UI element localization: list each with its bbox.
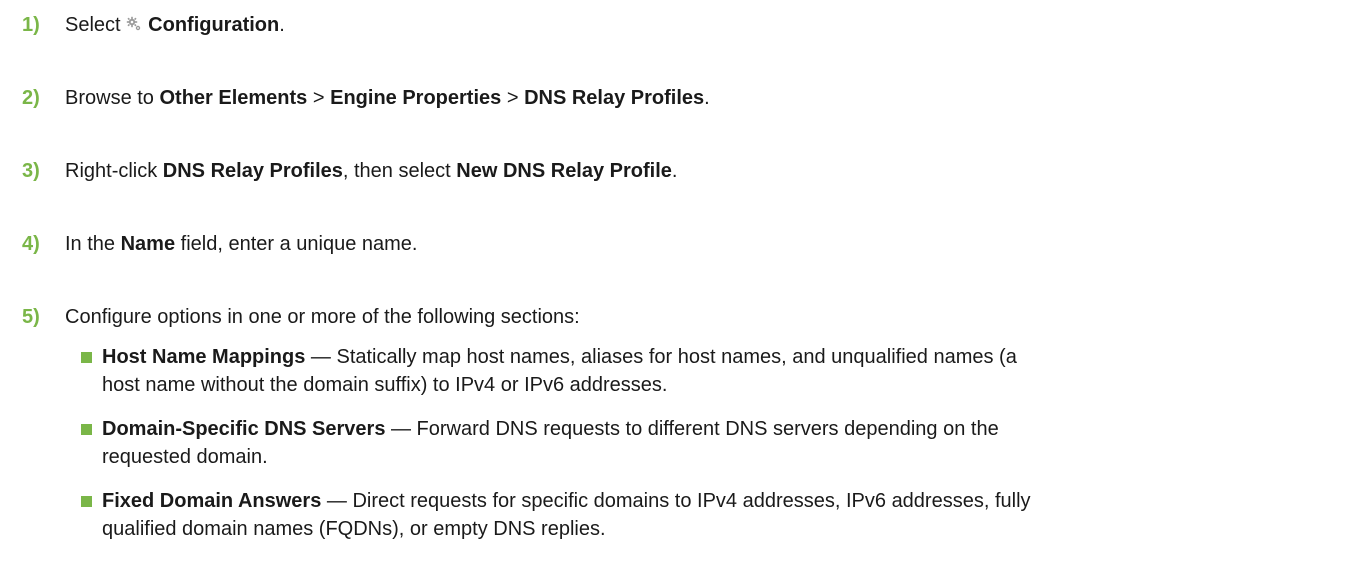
step-text-bold: DNS Relay Profiles [524, 87, 705, 109]
step-number: 1) [22, 14, 40, 36]
gear-icon [126, 16, 141, 31]
breadcrumb-separator: > [307, 87, 331, 109]
step-text: Select Configuration. [65, 11, 1336, 39]
list-item-desc-cont: requested domain. [102, 446, 268, 468]
list-item-text: Fixed Domain Answers — Direct requests f… [102, 487, 1322, 543]
bullet-square-icon [81, 424, 92, 435]
step-text-pre: In the [65, 233, 121, 255]
list-item-term: Host Name Mappings [102, 346, 306, 368]
step-text-bold: New DNS Relay Profile [456, 160, 672, 182]
step-number: 5) [22, 306, 40, 328]
step-text-bold: Name [120, 233, 176, 255]
list-item-desc: — Direct requests for specific domains t… [321, 490, 1031, 512]
breadcrumb-separator: > [501, 87, 525, 109]
list-item-text: Domain-Specific DNS Servers — Forward DN… [102, 415, 1322, 471]
step-text-bold: Other Elements [159, 87, 308, 109]
step-text: In the Name field, enter a unique name. [65, 230, 1336, 258]
step-text-pre: Right-click [65, 160, 163, 182]
list-item-desc: — Forward DNS requests to different DNS … [385, 418, 999, 440]
step-text-bold: Configuration [148, 14, 280, 36]
step-number: 3) [22, 160, 40, 182]
step-text-bold: DNS Relay Profiles [162, 160, 343, 182]
step-number: 2) [22, 87, 40, 109]
step-text-pre: Select [65, 14, 127, 36]
list-item-desc: — Statically map host names, aliases for… [305, 346, 1017, 368]
list-item-text: Host Name Mappings — Statically map host… [102, 343, 1322, 399]
bullet-square-icon [81, 496, 92, 507]
list-item-term: Domain-Specific DNS Servers [102, 418, 386, 440]
step-text-post: . [704, 87, 710, 109]
bullet-square-icon [81, 352, 92, 363]
step-number: 4) [22, 233, 40, 255]
list-item-term: Fixed Domain Answers [102, 490, 322, 512]
step-text-post: field, enter a unique name. [175, 233, 418, 255]
list-item-desc-cont: qualified domain names (FQDNs), or empty… [102, 518, 606, 540]
step-text-post: . [671, 160, 678, 182]
step-text: Configure options in one or more of the … [65, 306, 580, 328]
step-text-post: . [279, 14, 285, 36]
step-text: Right-click DNS Relay Profiles, then sel… [65, 157, 1336, 185]
step-text-bold: Engine Properties [330, 87, 502, 109]
list-item-desc-cont: host name without the domain suffix) to … [102, 374, 668, 396]
step-text-pre: Browse to [65, 87, 160, 109]
step-text-mid: , then select [342, 160, 457, 182]
step-text: Browse to Other Elements > Engine Proper… [65, 84, 1336, 112]
